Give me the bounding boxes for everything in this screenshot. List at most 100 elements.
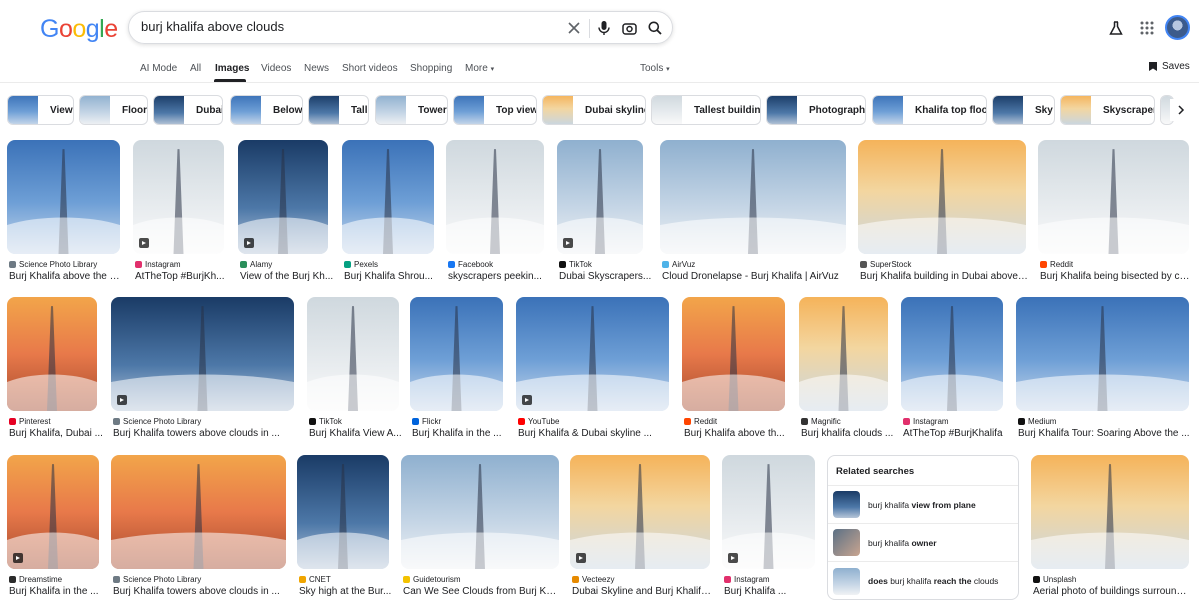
result-title[interactable]: Burj Khalifa View A... xyxy=(309,428,402,439)
result-source[interactable]: Reddit xyxy=(1040,260,1073,269)
result-source[interactable]: Instagram xyxy=(903,417,949,426)
search-box[interactable] xyxy=(128,11,673,44)
result-title[interactable]: Cloud Dronelapse - Burj Khalifa | AirVuz xyxy=(662,271,839,282)
result-image[interactable] xyxy=(799,297,888,411)
result-source[interactable]: Unsplash xyxy=(1033,575,1076,584)
result-title[interactable]: skyscrapers peekin... xyxy=(448,271,542,282)
result-source[interactable]: Facebook xyxy=(448,260,493,269)
result-image[interactable] xyxy=(297,455,389,569)
google-logo[interactable]: Google xyxy=(40,15,118,44)
result-title[interactable]: Burj Khalifa above the cl... xyxy=(9,271,122,282)
result-image[interactable] xyxy=(858,140,1026,254)
result-title[interactable]: Burj Khalifa building in Dubai above ... xyxy=(860,271,1028,282)
filter-chip[interactable]: Photography xyxy=(766,95,866,125)
filter-chip[interactable]: Dubai skyline xyxy=(542,95,646,125)
result-title[interactable]: Burj Khalifa towers above clouds in ... xyxy=(113,428,280,439)
result-image[interactable] xyxy=(7,140,120,254)
result-title[interactable]: Burj khalifa clouds ... xyxy=(801,428,893,439)
result-title[interactable]: Burj Khalifa in the ... xyxy=(9,586,99,597)
search-input[interactable] xyxy=(141,19,551,34)
filter-chip[interactable]: View xyxy=(7,95,74,125)
result-source[interactable]: Science Photo Library xyxy=(113,417,201,426)
result-source[interactable]: TikTok xyxy=(309,417,342,426)
result-source[interactable]: Instagram xyxy=(135,260,181,269)
result-source[interactable]: Magnific xyxy=(801,417,841,426)
result-image[interactable] xyxy=(516,297,669,411)
related-search-item[interactable]: does burj khalifa reach the clouds xyxy=(828,562,1018,599)
tab-short-videos[interactable]: Short videos xyxy=(342,63,398,74)
result-image[interactable] xyxy=(1038,140,1189,254)
related-search-item[interactable]: burj khalifa view from plane xyxy=(828,486,1018,524)
result-source[interactable]: TikTok xyxy=(559,260,592,269)
filter-chip[interactable]: Floor xyxy=(79,95,148,125)
clear-icon[interactable] xyxy=(565,19,583,37)
result-image[interactable] xyxy=(1016,297,1189,411)
filter-chip[interactable]: Sky xyxy=(992,95,1055,125)
filter-chip[interactable]: Tallest building xyxy=(651,95,761,125)
result-title[interactable]: Burj Khalifa towers above clouds in ... xyxy=(113,586,280,597)
microphone-icon[interactable] xyxy=(595,19,613,37)
saves-button[interactable]: Saves xyxy=(1148,61,1190,72)
result-source[interactable]: YouTube xyxy=(518,417,559,426)
result-source[interactable]: Dreamstime xyxy=(9,575,62,584)
filter-chip[interactable]: Khalifa top floor xyxy=(872,95,987,125)
result-source[interactable]: Flickr xyxy=(412,417,441,426)
result-image[interactable] xyxy=(1031,455,1189,569)
filter-chip[interactable]: Top view xyxy=(453,95,537,125)
result-source[interactable]: Vecteezy xyxy=(572,575,614,584)
result-title[interactable]: Burj Khalifa Shrou... xyxy=(344,271,433,282)
result-title[interactable]: Burj Khalifa, Dubai ... xyxy=(9,428,103,439)
result-title[interactable]: Burj Khalifa Tour: Soaring Above the ... xyxy=(1018,428,1190,439)
related-search-item[interactable]: burj khalifa owner xyxy=(828,524,1018,562)
result-image[interactable] xyxy=(401,455,559,569)
result-image[interactable] xyxy=(7,455,99,569)
result-title[interactable]: Burj Khalifa ... xyxy=(724,586,786,597)
search-icon[interactable] xyxy=(646,19,664,37)
result-image[interactable] xyxy=(682,297,785,411)
result-image[interactable] xyxy=(570,455,710,569)
tab-shopping[interactable]: Shopping xyxy=(410,63,452,74)
tab-videos[interactable]: Videos xyxy=(261,63,291,74)
result-source[interactable]: Science Photo Library xyxy=(113,575,201,584)
result-source[interactable]: Pexels xyxy=(344,260,378,269)
result-image[interactable] xyxy=(7,297,97,411)
result-image[interactable] xyxy=(342,140,434,254)
labs-flask-icon[interactable] xyxy=(1105,17,1127,39)
result-title[interactable]: Burj Khalifa & Dubai skyline ... xyxy=(518,428,652,439)
result-source[interactable]: SuperStock xyxy=(860,260,911,269)
result-image[interactable] xyxy=(410,297,503,411)
result-title[interactable]: Dubai Skyline and Burj Khalifa... xyxy=(572,586,712,597)
result-title[interactable]: Burj Khalifa being bisected by clo... xyxy=(1040,271,1191,282)
filter-chip[interactable]: Below xyxy=(230,95,303,125)
result-title[interactable]: Aerial photo of buildings surrounde... xyxy=(1033,586,1191,597)
result-source[interactable]: Guidetourism xyxy=(403,575,461,584)
tab-images[interactable]: Images xyxy=(215,63,249,74)
result-source[interactable]: Alamy xyxy=(240,260,272,269)
result-source[interactable]: Instagram xyxy=(724,575,770,584)
result-source[interactable]: Medium xyxy=(1018,417,1056,426)
result-image[interactable] xyxy=(111,455,286,569)
filter-chip[interactable]: Tall xyxy=(308,95,369,125)
lens-icon[interactable] xyxy=(620,19,638,37)
result-image[interactable] xyxy=(660,140,846,254)
result-image[interactable] xyxy=(307,297,399,411)
result-title[interactable]: Dubai Skyscrapers... xyxy=(559,271,651,282)
result-title[interactable]: AtTheTop #BurjKh... xyxy=(135,271,225,282)
result-title[interactable]: Burj Khalifa above th... xyxy=(684,428,785,439)
result-image[interactable] xyxy=(901,297,1003,411)
result-title[interactable]: View of the Burj Kh... xyxy=(240,271,333,282)
apps-grid-icon[interactable] xyxy=(1136,17,1158,39)
result-image[interactable] xyxy=(133,140,224,254)
avatar[interactable] xyxy=(1165,15,1190,40)
filter-chip[interactable]: Skyscraper xyxy=(1060,95,1155,125)
tab-all[interactable]: All xyxy=(190,63,201,74)
result-image[interactable] xyxy=(111,297,294,411)
tools-button[interactable]: Tools ▾ xyxy=(640,63,670,74)
result-source[interactable]: Pinterest xyxy=(9,417,51,426)
result-title[interactable]: Can We See Clouds from Burj Kha... xyxy=(403,586,561,597)
result-image[interactable] xyxy=(238,140,328,254)
filter-chip[interactable]: Dubai xyxy=(153,95,223,125)
result-image[interactable] xyxy=(722,455,815,569)
result-image[interactable] xyxy=(446,140,544,254)
result-source[interactable]: AirVuz xyxy=(662,260,695,269)
